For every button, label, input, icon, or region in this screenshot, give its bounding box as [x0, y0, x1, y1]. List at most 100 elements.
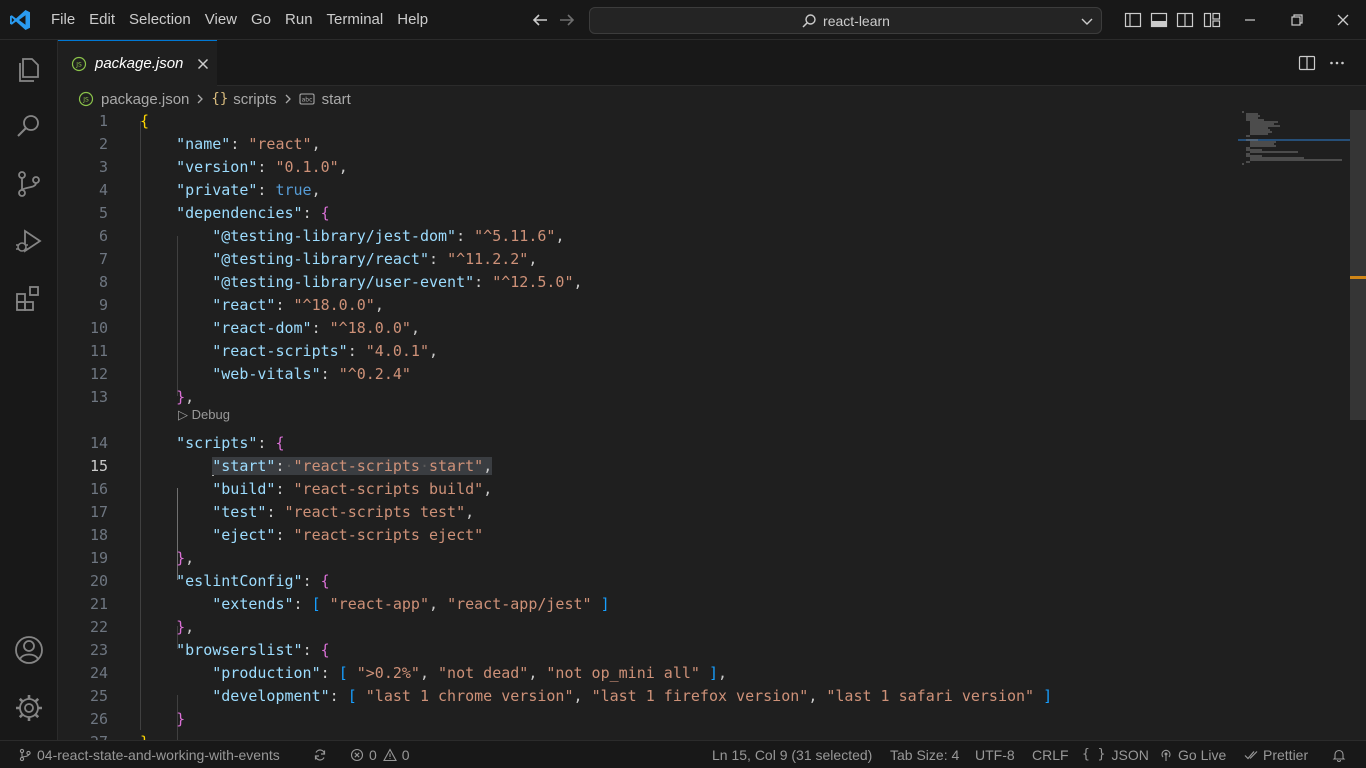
- code-line[interactable]: 7 "@testing-library/react": "^11.2.2",: [58, 248, 1238, 271]
- code-line[interactable]: 8 "@testing-library/user-event": "^12.5.…: [58, 271, 1238, 294]
- code-line[interactable]: 6 "@testing-library/jest-dom": "^5.11.6"…: [58, 225, 1238, 248]
- explorer-icon[interactable]: [13, 53, 45, 85]
- code-line[interactable]: 14 "scripts": {: [58, 432, 1238, 455]
- toggle-panel-icon[interactable]: [1150, 11, 1168, 29]
- code-token: ]: [1043, 687, 1053, 705]
- code-line[interactable]: 24 "production": [ ">0.2%", "not dead", …: [58, 662, 1238, 685]
- code-token: [: [311, 595, 321, 613]
- search-icon[interactable]: [13, 110, 45, 142]
- minimap[interactable]: [1238, 110, 1350, 170]
- code-line[interactable]: 23 "browserslist": {: [58, 639, 1238, 662]
- line-number: 12: [89, 365, 108, 383]
- code-line[interactable]: 25 "development": [ "last 1 chrome versi…: [58, 685, 1238, 708]
- code-line[interactable]: 13 },: [58, 386, 1238, 409]
- vertical-scrollbar[interactable]: [1350, 110, 1366, 420]
- line-number: 15: [89, 457, 108, 475]
- close-window-icon[interactable]: [1333, 10, 1353, 30]
- code-line[interactable]: 3 "version": "0.1.0",: [58, 156, 1238, 179]
- customize-layout-icon[interactable]: [1203, 11, 1221, 29]
- menu-view[interactable]: View: [198, 0, 244, 40]
- line-number: 17: [89, 503, 108, 521]
- code-line[interactable]: 11 "react-scripts": "4.0.1",: [58, 340, 1238, 363]
- debug-codelens[interactable]: ▷ Debug: [178, 403, 230, 426]
- code-line[interactable]: 18 "eject": "react-scripts eject": [58, 524, 1238, 547]
- code-line[interactable]: 12 "web-vitals": "^0.2.4": [58, 363, 1238, 386]
- code-token: "development": [212, 687, 330, 705]
- code-token: ,: [311, 181, 321, 199]
- arrow-left-icon[interactable]: [530, 10, 550, 30]
- code-line[interactable]: 15 "start":·"react-scripts·start",: [58, 455, 1238, 478]
- run-and-debug-icon[interactable]: [13, 225, 45, 257]
- code-token: [: [347, 687, 357, 705]
- close-icon[interactable]: [195, 56, 211, 72]
- menu-edit[interactable]: Edit: [82, 0, 122, 40]
- code-line[interactable]: 22 },: [58, 616, 1238, 639]
- account-icon[interactable]: [13, 634, 45, 666]
- code-line[interactable]: 2 "name": "react",: [58, 133, 1238, 156]
- breadcrumb-file[interactable]: package.json: [101, 91, 189, 108]
- arrow-right-icon[interactable]: [557, 10, 577, 30]
- source-control-icon[interactable]: [13, 168, 45, 200]
- scrollbar-selection-marker: [1350, 276, 1366, 279]
- svg-text:abc: abc: [301, 97, 312, 104]
- tab-package-json[interactable]: JS package.json: [58, 40, 217, 86]
- code-token: "last 1 firefox version": [591, 687, 809, 705]
- status-language[interactable]: { } JSON: [1082, 741, 1149, 768]
- code-line[interactable]: 19 },: [58, 547, 1238, 570]
- status-eol[interactable]: CRLF: [1032, 741, 1069, 768]
- minimize-icon[interactable]: [1240, 10, 1260, 30]
- line-content: "build": "react-scripts build",: [140, 478, 492, 501]
- status-sync[interactable]: [313, 741, 332, 768]
- status-notifications[interactable]: [1332, 741, 1351, 768]
- code-line[interactable]: 1{: [58, 110, 1238, 133]
- toggle-secondary-sidebar-icon[interactable]: [1176, 11, 1194, 29]
- code-token: "extends": [212, 595, 294, 613]
- more-actions-icon[interactable]: [1328, 54, 1346, 72]
- code-line[interactable]: 17 "test": "react-scripts test",: [58, 501, 1238, 524]
- status-go-live[interactable]: Go Live: [1159, 741, 1226, 768]
- status-branch[interactable]: 04-react-state-and-working-with-events: [18, 741, 280, 768]
- code-line[interactable]: 26 }: [58, 708, 1238, 731]
- code-line[interactable]: 16 "build": "react-scripts build",: [58, 478, 1238, 501]
- line-number: 6: [98, 227, 108, 245]
- code-line[interactable]: 20 "eslintConfig": {: [58, 570, 1238, 593]
- code-line[interactable]: 21 "extends": [ "react-app", "react-app/…: [58, 593, 1238, 616]
- line-content: "react": "^18.0.0",: [140, 294, 384, 317]
- extensions-icon[interactable]: [13, 283, 45, 315]
- code-token: "react-scripts build": [293, 480, 484, 498]
- menu-selection[interactable]: Selection: [122, 0, 198, 40]
- breadcrumb-scripts[interactable]: scripts: [233, 91, 276, 108]
- status-cursor-position[interactable]: Ln 15, Col 9 (31 selected): [712, 741, 872, 768]
- code-token: ,: [718, 664, 728, 682]
- menu-terminal[interactable]: Terminal: [320, 0, 391, 40]
- status-problems[interactable]: 0 0: [350, 741, 410, 768]
- code-line[interactable]: 9 "react": "^18.0.0",: [58, 294, 1238, 317]
- menu-file[interactable]: File: [44, 0, 82, 40]
- code-line[interactable]: 10 "react-dom": "^18.0.0",: [58, 317, 1238, 340]
- code-token: "not dead": [438, 664, 529, 682]
- breadcrumb-start[interactable]: start: [322, 91, 351, 108]
- status-prettier[interactable]: Prettier: [1244, 741, 1308, 768]
- menu-help[interactable]: Help: [390, 0, 435, 40]
- menu-go[interactable]: Go: [244, 0, 278, 40]
- gear-icon[interactable]: [13, 692, 45, 724]
- code-line[interactable]: 4 "private": true,: [58, 179, 1238, 202]
- chevron-down-icon[interactable]: [1079, 13, 1095, 29]
- status-encoding[interactable]: UTF-8: [975, 741, 1015, 768]
- code-editor[interactable]: 1{2 "name": "react", 3 "version": "0.1.0"…: [58, 110, 1238, 751]
- code-token: "react-app/jest": [447, 595, 592, 613]
- status-tab-size[interactable]: Tab Size: 4: [890, 741, 959, 768]
- command-center-search[interactable]: react-learn: [589, 7, 1102, 34]
- branch-name: 04-react-state-and-working-with-events: [37, 746, 280, 763]
- menu-run[interactable]: Run: [278, 0, 320, 40]
- code-token: ,: [808, 687, 827, 705]
- restore-icon[interactable]: [1287, 10, 1307, 30]
- code-line[interactable]: 5 "dependencies": {: [58, 202, 1238, 225]
- error-count: 0: [369, 746, 377, 763]
- activity-bar: [0, 40, 58, 740]
- split-editor-icon[interactable]: [1298, 54, 1316, 72]
- toggle-primary-sidebar-icon[interactable]: [1124, 11, 1142, 29]
